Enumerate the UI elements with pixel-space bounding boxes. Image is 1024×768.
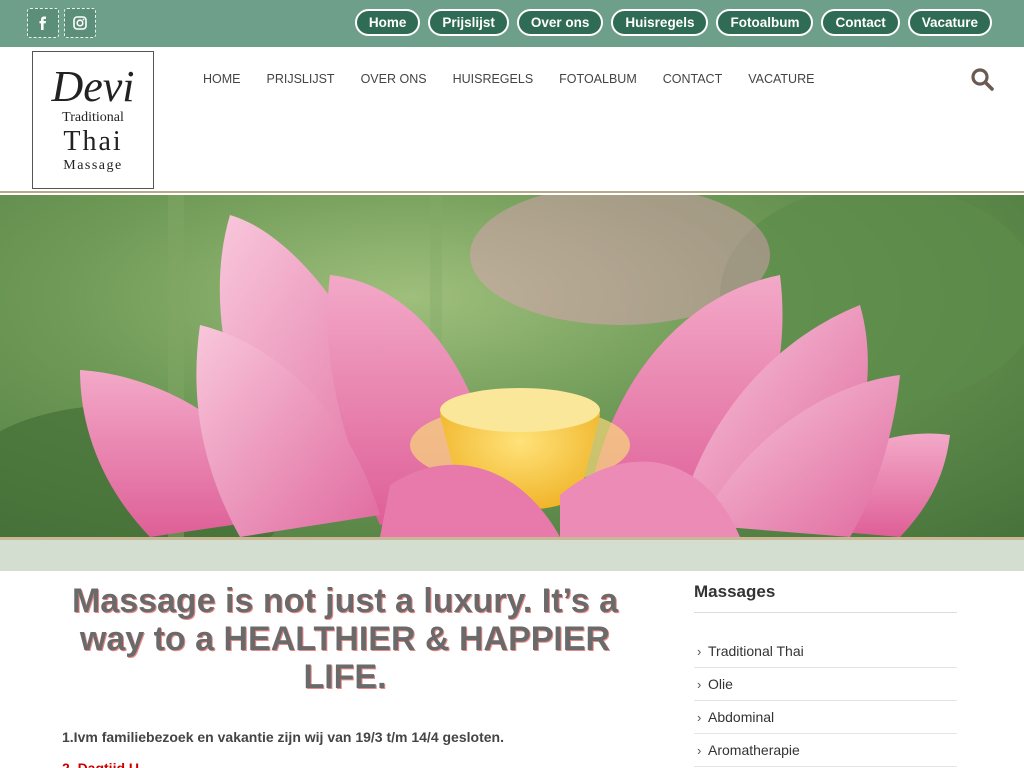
chevron-right-icon: › [697, 643, 702, 659]
lotus-flower-image [0, 195, 1024, 537]
sidebar-title: Massages [694, 582, 957, 613]
facebook-icon [39, 16, 46, 30]
hero-image [0, 195, 1024, 537]
pill-fotoalbum[interactable]: Fotoalbum [716, 9, 814, 36]
nav-huisregels[interactable]: HUISREGELS [440, 72, 547, 86]
nav-contact[interactable]: CONTACT [650, 72, 736, 86]
pill-contact[interactable]: Contact [821, 9, 900, 36]
pill-home[interactable]: Home [354, 9, 421, 36]
nav-vacature[interactable]: VACATURE [735, 72, 827, 86]
top-bar: Home Prijslijst Over ons Huisregels Foto… [0, 0, 1024, 47]
search-icon[interactable] [970, 67, 994, 91]
sidebar-item-label: Aromatherapie [708, 742, 800, 758]
nav-prijslijst[interactable]: PRIJSLIJST [254, 72, 348, 86]
sidebar-item-olie[interactable]: › Olie [694, 668, 957, 701]
logo-line-thai: Thai [63, 126, 123, 157]
chevron-right-icon: › [697, 709, 702, 725]
pill-huisregels[interactable]: Huisregels [611, 9, 709, 36]
pill-prijslijst[interactable]: Prijslijst [428, 9, 509, 36]
hero-divider-strip [0, 537, 1024, 571]
site-logo[interactable]: Devi Traditional Thai Massage [32, 51, 154, 189]
instagram-icon [73, 16, 87, 30]
facebook-button[interactable] [27, 8, 59, 38]
sidebar-item-aromatherapie[interactable]: › Aromatherapie [694, 734, 957, 767]
nav-home[interactable]: HOME [190, 72, 254, 86]
massages-sidebar: Massages › Traditional Thai › Olie › Abd… [694, 582, 957, 767]
instagram-button[interactable] [64, 8, 96, 38]
chevron-right-icon: › [697, 742, 702, 758]
secondary-notice: 2. Dagtijd U... [62, 760, 151, 768]
sidebar-item-label: Olie [708, 676, 733, 692]
pill-nav: Home Prijslijst Over ons Huisregels Foto… [354, 9, 992, 36]
chevron-right-icon: › [697, 676, 702, 692]
closure-notice: 1.Ivm familiebezoek en vakantie zijn wij… [62, 729, 504, 745]
page-headline: Massage is not just a luxury. It’s a way… [71, 582, 619, 696]
pill-vacature[interactable]: Vacature [907, 9, 992, 36]
logo-line-traditional: Traditional [62, 110, 124, 125]
site-header: Devi Traditional Thai Massage HOME PRIJS… [0, 47, 1024, 193]
sidebar-item-traditional-thai[interactable]: › Traditional Thai [694, 635, 957, 668]
logo-line-devi: Devi [51, 62, 135, 111]
main-nav: HOME PRIJSLIJST OVER ONS HUISREGELS FOTO… [190, 72, 827, 86]
sidebar-item-label: Traditional Thai [708, 643, 804, 659]
sidebar-item-abdominal[interactable]: › Abdominal [694, 701, 957, 734]
nav-over-ons[interactable]: OVER ONS [348, 72, 440, 86]
pill-over-ons[interactable]: Over ons [516, 9, 604, 36]
sidebar-item-label: Abdominal [708, 709, 775, 725]
nav-fotoalbum[interactable]: FOTOALBUM [546, 72, 650, 86]
logo-line-massage: Massage [63, 158, 123, 173]
